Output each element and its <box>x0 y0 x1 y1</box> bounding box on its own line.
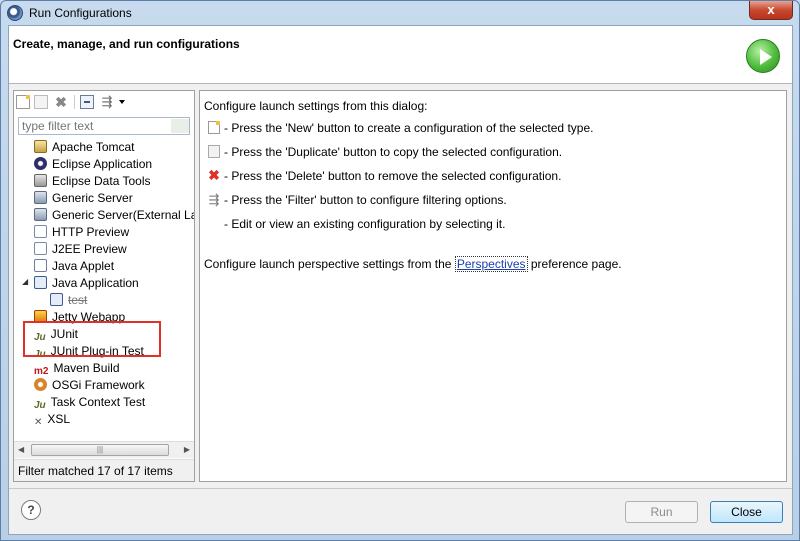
tree-item-test[interactable]: test <box>50 292 87 309</box>
banner-title: Create, manage, and run configurations <box>13 37 240 51</box>
j2ee-preview-icon <box>34 242 47 255</box>
close-button[interactable]: Close <box>710 501 783 523</box>
java-application-icon <box>34 276 47 289</box>
tree-item-apache-tomcat[interactable]: Apache Tomcat <box>34 139 135 156</box>
filter-status: Filter matched 17 of 17 items <box>14 459 194 481</box>
help-button[interactable]: ? <box>21 500 41 520</box>
run-configurations-window: Run Configurations x Create, manage, and… <box>0 0 800 541</box>
java-test-icon <box>50 293 63 306</box>
dialog-client: Create, manage, and run configurations ✖… <box>8 25 793 535</box>
highlight-box <box>23 321 161 357</box>
task-context-icon: Ju <box>34 400 46 411</box>
filter-input[interactable] <box>18 117 190 135</box>
maven-icon: m2 <box>34 366 49 377</box>
filter-clear-area <box>171 119 189 133</box>
tree-item-eclipse-application[interactable]: Eclipse Application <box>34 156 152 173</box>
new-config-icon[interactable] <box>16 95 30 109</box>
toolbar-separator <box>74 95 75 109</box>
run-banner-icon <box>746 39 780 73</box>
configuration-tree-pane: ✖ ⇶ Apache Tomcat Eclipse Application Ec… <box>13 90 195 482</box>
tree-item-task-context-test[interactable]: Ju Task Context Test <box>34 394 145 411</box>
http-preview-icon <box>34 225 47 238</box>
filter-icon: ⇶ <box>208 192 220 207</box>
scroll-right-icon[interactable]: ▶ <box>184 445 190 454</box>
new-icon <box>208 121 220 134</box>
server-icon <box>34 191 47 204</box>
tree-item-maven-build[interactable]: m2 Maven Build <box>34 360 120 377</box>
tree-toolbar: ✖ ⇶ <box>14 91 194 113</box>
window-title: Run Configurations <box>29 6 132 20</box>
intro-text: Configure launch settings from this dial… <box>204 99 428 113</box>
filter-icon[interactable]: ⇶ <box>100 95 114 109</box>
help-line-delete: - Press the 'Delete' button to remove th… <box>224 169 562 183</box>
tree-item-xsl[interactable]: ✕ XSL <box>34 411 70 428</box>
help-line-duplicate: - Press the 'Duplicate' button to copy t… <box>224 145 563 159</box>
help-line-edit: - Edit or view an existing configuration… <box>224 217 506 231</box>
scrollbar-thumb[interactable]: ||| <box>31 444 169 456</box>
help-line-filter: - Press the 'Filter' button to configure… <box>224 193 507 207</box>
delete-icon: ✖ <box>208 167 220 183</box>
tree-item-eclipse-data-tools[interactable]: Eclipse Data Tools <box>34 173 151 190</box>
tree-item-osgi-framework[interactable]: OSGi Framework <box>34 377 145 394</box>
eclipse-icon <box>34 157 47 170</box>
tree-item-http-preview[interactable]: HTTP Preview <box>34 224 129 241</box>
duplicate-icon <box>208 145 220 158</box>
tree-item-generic-server-external[interactable]: Generic Server(External Lau <box>34 207 194 224</box>
perspective-text: Configure launch perspective settings fr… <box>204 256 622 272</box>
duplicate-config-icon[interactable] <box>34 95 48 109</box>
tree-item-java-applet[interactable]: Java Applet <box>34 258 114 275</box>
configuration-info-pane: Configure launch settings from this dial… <box>199 90 787 482</box>
xsl-icon: ✕ <box>34 417 43 428</box>
run-button[interactable]: Run <box>625 501 698 523</box>
view-menu-chevron-down-icon[interactable] <box>118 95 126 109</box>
collapse-all-icon[interactable] <box>80 95 94 109</box>
perspectives-link[interactable]: Perspectives <box>454 256 528 272</box>
dialog-banner: Create, manage, and run configurations <box>9 26 792 84</box>
window-close-button[interactable]: x <box>749 1 793 20</box>
configuration-tree[interactable]: Apache Tomcat Eclipse Application Eclips… <box>14 139 194 441</box>
help-line-new: - Press the 'New' button to create a con… <box>224 121 594 135</box>
osgi-icon <box>34 378 47 391</box>
title-bar: Run Configurations x <box>1 1 799 25</box>
tree-item-j2ee-preview[interactable]: J2EE Preview <box>34 241 127 258</box>
eclipse-app-icon <box>7 5 23 21</box>
server-icon <box>34 208 47 221</box>
database-icon <box>34 174 47 187</box>
tree-expander-chevron-down-icon[interactable]: ◢ <box>22 277 28 286</box>
horizontal-scrollbar[interactable]: ◀ ||| ▶ <box>14 441 194 458</box>
delete-config-icon[interactable]: ✖ <box>54 95 68 109</box>
tree-item-generic-server[interactable]: Generic Server <box>34 190 133 207</box>
tree-item-java-application[interactable]: Java Application <box>34 275 139 292</box>
scroll-left-icon[interactable]: ◀ <box>18 445 24 454</box>
java-applet-icon <box>34 259 47 272</box>
tomcat-icon <box>34 140 47 153</box>
bottom-divider <box>9 488 792 489</box>
